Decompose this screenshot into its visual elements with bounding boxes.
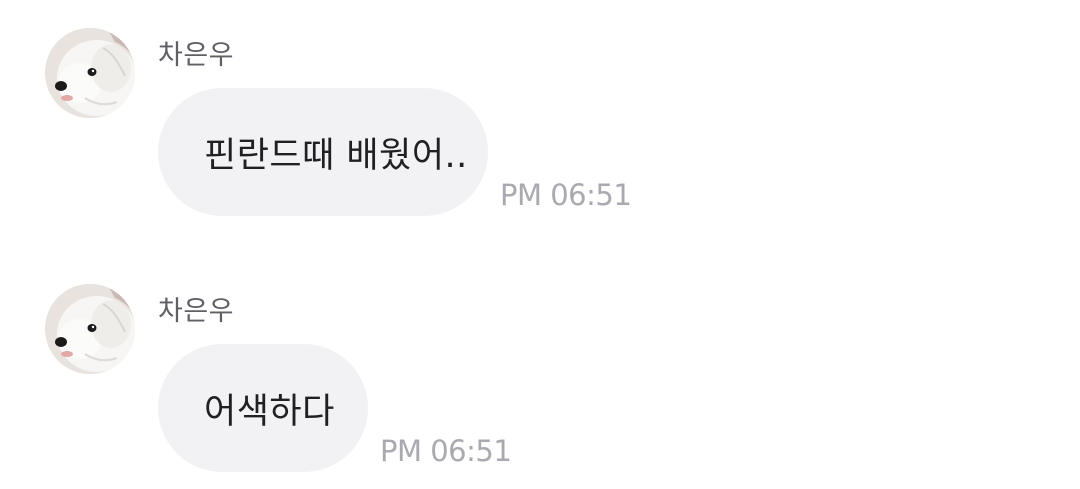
dog-photo-icon	[45, 284, 135, 374]
message-timestamp: PM 06:51	[500, 178, 632, 212]
message-timestamp: PM 06:51	[380, 434, 512, 468]
message-item: 차은우 어색하다 PM 06:51	[0, 284, 1080, 484]
sender-avatar-icon[interactable]	[45, 28, 135, 118]
sender-name: 차은우	[158, 40, 235, 71]
message-bubble[interactable]: 핀란드때 배웠어..	[158, 88, 488, 216]
sender-name: 차은우	[158, 296, 235, 327]
dog-photo-icon	[45, 28, 135, 118]
message-item: 차은우 핀란드때 배웠어.. PM 06:51	[0, 28, 1080, 228]
sender-avatar-icon[interactable]	[45, 284, 135, 374]
message-bubble[interactable]: 어색하다	[158, 344, 368, 472]
message-text: 어색하다	[204, 391, 335, 432]
message-text: 핀란드때 배웠어..	[204, 135, 468, 176]
